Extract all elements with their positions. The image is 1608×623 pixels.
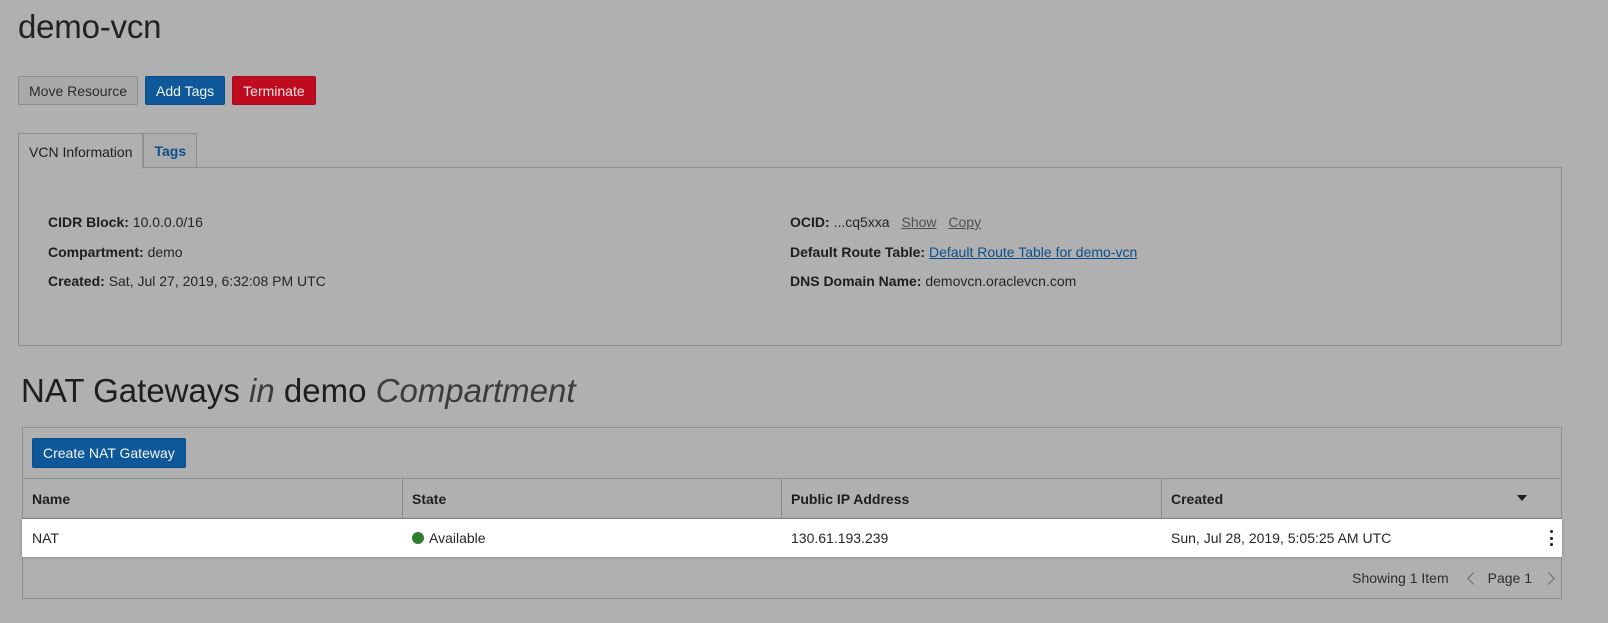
- table-row[interactable]: NAT Available 130.61.193.239 Sun, Jul 28…: [22, 519, 1562, 557]
- created-row: Created: Sat, Jul 27, 2019, 6:32:08 PM U…: [48, 273, 326, 303]
- dns-domain-label: DNS Domain Name:: [790, 273, 922, 289]
- action-bar: Move Resource Add Tags Terminate: [18, 76, 316, 105]
- create-nat-gateway-button[interactable]: Create NAT Gateway: [32, 438, 186, 468]
- section-title-main: NAT Gateways: [21, 372, 240, 409]
- cidr-block-value: 10.0.0.0/16: [132, 214, 203, 230]
- section-title-in: in: [249, 372, 275, 409]
- row-actions-menu-icon[interactable]: [1550, 530, 1554, 546]
- table-header: Name State Public IP Address Created: [23, 478, 1561, 519]
- tab-tags[interactable]: Tags: [143, 133, 198, 168]
- cell-name[interactable]: NAT: [22, 530, 402, 546]
- ocid-value: ...cq5xxa: [833, 214, 890, 230]
- terminate-button[interactable]: Terminate: [232, 76, 316, 105]
- section-title-compartment: demo: [283, 372, 367, 409]
- status-available-icon: [412, 532, 424, 544]
- page-title: demo-vcn: [18, 8, 162, 45]
- ocid-show-link[interactable]: Show: [901, 214, 936, 230]
- section-title-suffix: Compartment: [375, 372, 576, 409]
- route-table-label: Default Route Table:: [790, 243, 926, 260]
- ocid-label: OCID:: [790, 214, 830, 230]
- vcn-information-panel: CIDR Block: 10.0.0.0/16 Compartment: dem…: [18, 167, 1562, 346]
- showing-count: Showing 1 Item: [1352, 570, 1449, 586]
- dns-domain-row: DNS Domain Name: demovcn.oraclevcn.com: [790, 273, 1137, 303]
- route-table-row: Default Route Table: Default Route Table…: [790, 244, 1137, 274]
- ocid-row: OCID: ...cq5xxa Show Copy: [790, 214, 1137, 244]
- chevron-left-icon[interactable]: [1466, 571, 1480, 585]
- column-header-created[interactable]: Created: [1162, 479, 1561, 518]
- dns-domain-value: demovcn.oraclevcn.com: [925, 273, 1077, 289]
- state-label: Available: [429, 530, 486, 546]
- cell-created: Sun, Jul 28, 2019, 5:05:25 AM UTC: [1171, 530, 1392, 546]
- info-column-left: CIDR Block: 10.0.0.0/16 Compartment: dem…: [48, 214, 326, 303]
- column-header-public-ip[interactable]: Public IP Address: [782, 479, 1162, 518]
- ocid-copy-link[interactable]: Copy: [948, 214, 981, 230]
- route-table-link[interactable]: Default Route Table for demo-vcn: [929, 244, 1137, 260]
- add-tags-button[interactable]: Add Tags: [145, 76, 226, 105]
- page-indicator: Page 1: [1487, 570, 1532, 586]
- column-header-created-label: Created: [1171, 490, 1224, 507]
- pagination: Showing 1 Item Page 1: [1352, 570, 1555, 586]
- compartment-label: Compartment:: [48, 243, 144, 260]
- chevron-right-icon[interactable]: [1542, 571, 1555, 585]
- info-column-right: OCID: ...cq5xxa Show Copy Default Route …: [790, 214, 1137, 303]
- sort-descending-icon[interactable]: [1517, 495, 1527, 501]
- created-label: Created:: [48, 273, 105, 289]
- tab-vcn-information[interactable]: VCN Information: [18, 133, 144, 169]
- column-header-state[interactable]: State: [403, 479, 782, 518]
- cidr-block-row: CIDR Block: 10.0.0.0/16: [48, 214, 326, 244]
- compartment-value: demo: [147, 243, 183, 260]
- compartment-row: Compartment: demo: [48, 244, 326, 274]
- nat-gateways-table-panel: Create NAT Gateway Name State Public IP …: [22, 427, 1562, 599]
- nat-gateways-title: NAT Gateways in demo Compartment: [21, 372, 576, 410]
- cell-public-ip: 130.61.193.239: [791, 530, 889, 546]
- cidr-block-label: CIDR Block:: [48, 214, 129, 230]
- tab-bar: VCN Information Tags: [18, 133, 198, 169]
- created-value: Sat, Jul 27, 2019, 6:32:08 PM UTC: [108, 273, 326, 289]
- cell-state: Available: [402, 530, 781, 546]
- column-header-name[interactable]: Name: [23, 479, 403, 518]
- move-resource-button[interactable]: Move Resource: [18, 76, 139, 105]
